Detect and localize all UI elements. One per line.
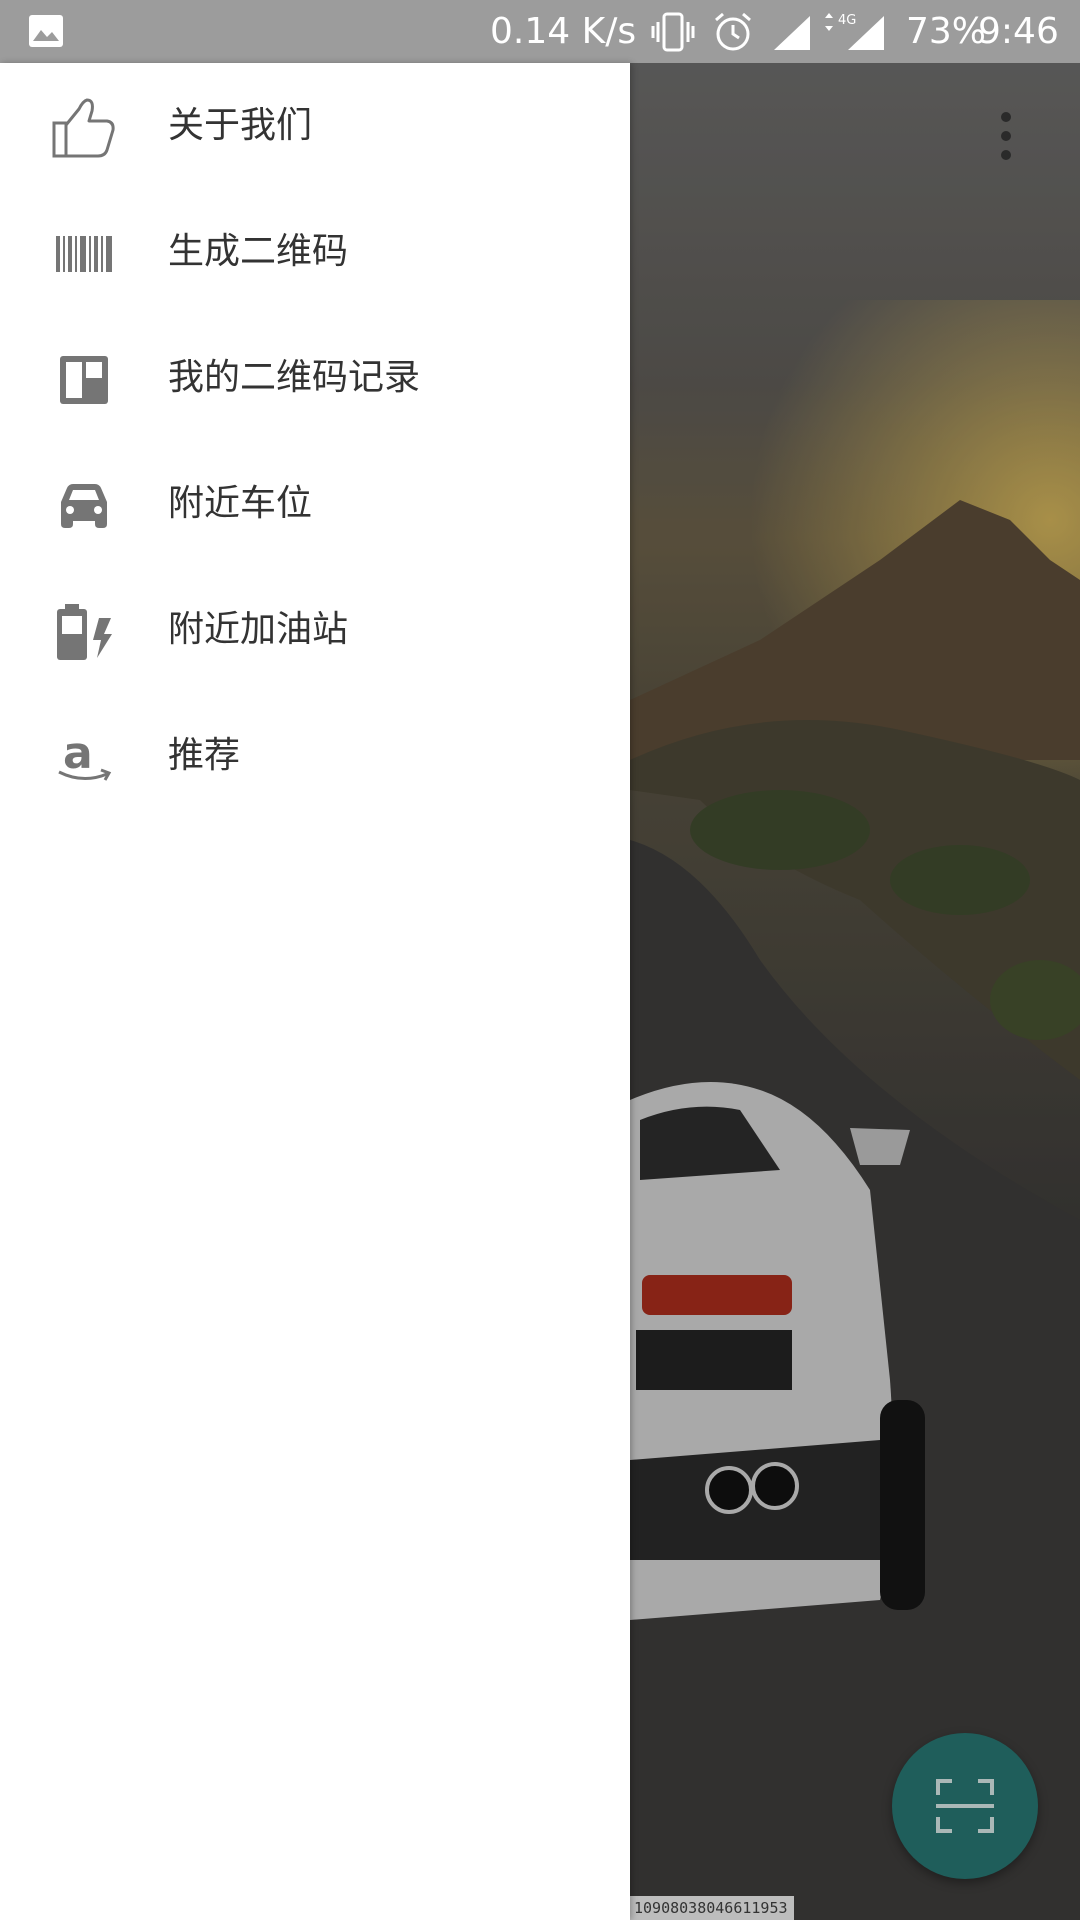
amazon-icon: a: [50, 728, 118, 788]
drawer-item-label: 附近加油站: [168, 609, 349, 650]
drawer-item-nearby-parking[interactable]: 附近车位: [0, 441, 630, 567]
drawer-item-label: 推荐: [168, 735, 241, 776]
clock: 9:46: [978, 11, 1059, 52]
net-speed: 0.14 K/s: [490, 11, 637, 52]
drawer-item-label: 附近车位: [168, 483, 313, 524]
thumbs-up-icon: [50, 98, 118, 158]
svg-text:a: a: [63, 730, 93, 779]
alarm-icon: [715, 12, 751, 51]
more-vert-icon[interactable]: [990, 112, 1022, 160]
navigation-drawer: 关于我们 生成二维码 我的二维码记录 附近车位 附近加油站 a 推荐: [0, 63, 630, 1920]
drawer-item-label: 我的二维码记录: [168, 357, 421, 398]
battery-charging-icon: [50, 602, 118, 662]
scan-button[interactable]: [892, 1733, 1038, 1879]
drawer-item-nearby-gas-station[interactable]: 附近加油站: [0, 567, 630, 693]
drawer-item-label: 生成二维码: [168, 231, 349, 272]
drawer-item-label: 关于我们: [168, 105, 313, 146]
drawer-item-generate-qr[interactable]: 生成二维码: [0, 189, 630, 315]
battery-percent: 73%: [906, 11, 987, 52]
drawer-item-recommend[interactable]: a 推荐: [0, 693, 630, 819]
bottom-code-label: 10908038046611953: [628, 1896, 794, 1920]
signal-icon: [774, 16, 810, 50]
image-icon: [29, 15, 63, 47]
signal-strength-icon: [848, 16, 884, 50]
vibrate-icon: [651, 12, 695, 52]
status-bar: 0.14 K/s 4G 73% 9:46: [0, 0, 1080, 63]
car-icon: [50, 476, 118, 536]
dashboard-icon: [50, 350, 118, 410]
scan-icon: [936, 1779, 994, 1833]
drawer-item-my-qr-records[interactable]: 我的二维码记录: [0, 315, 630, 441]
barcode-icon: [50, 224, 118, 284]
drawer-item-about-us[interactable]: 关于我们: [0, 63, 630, 189]
